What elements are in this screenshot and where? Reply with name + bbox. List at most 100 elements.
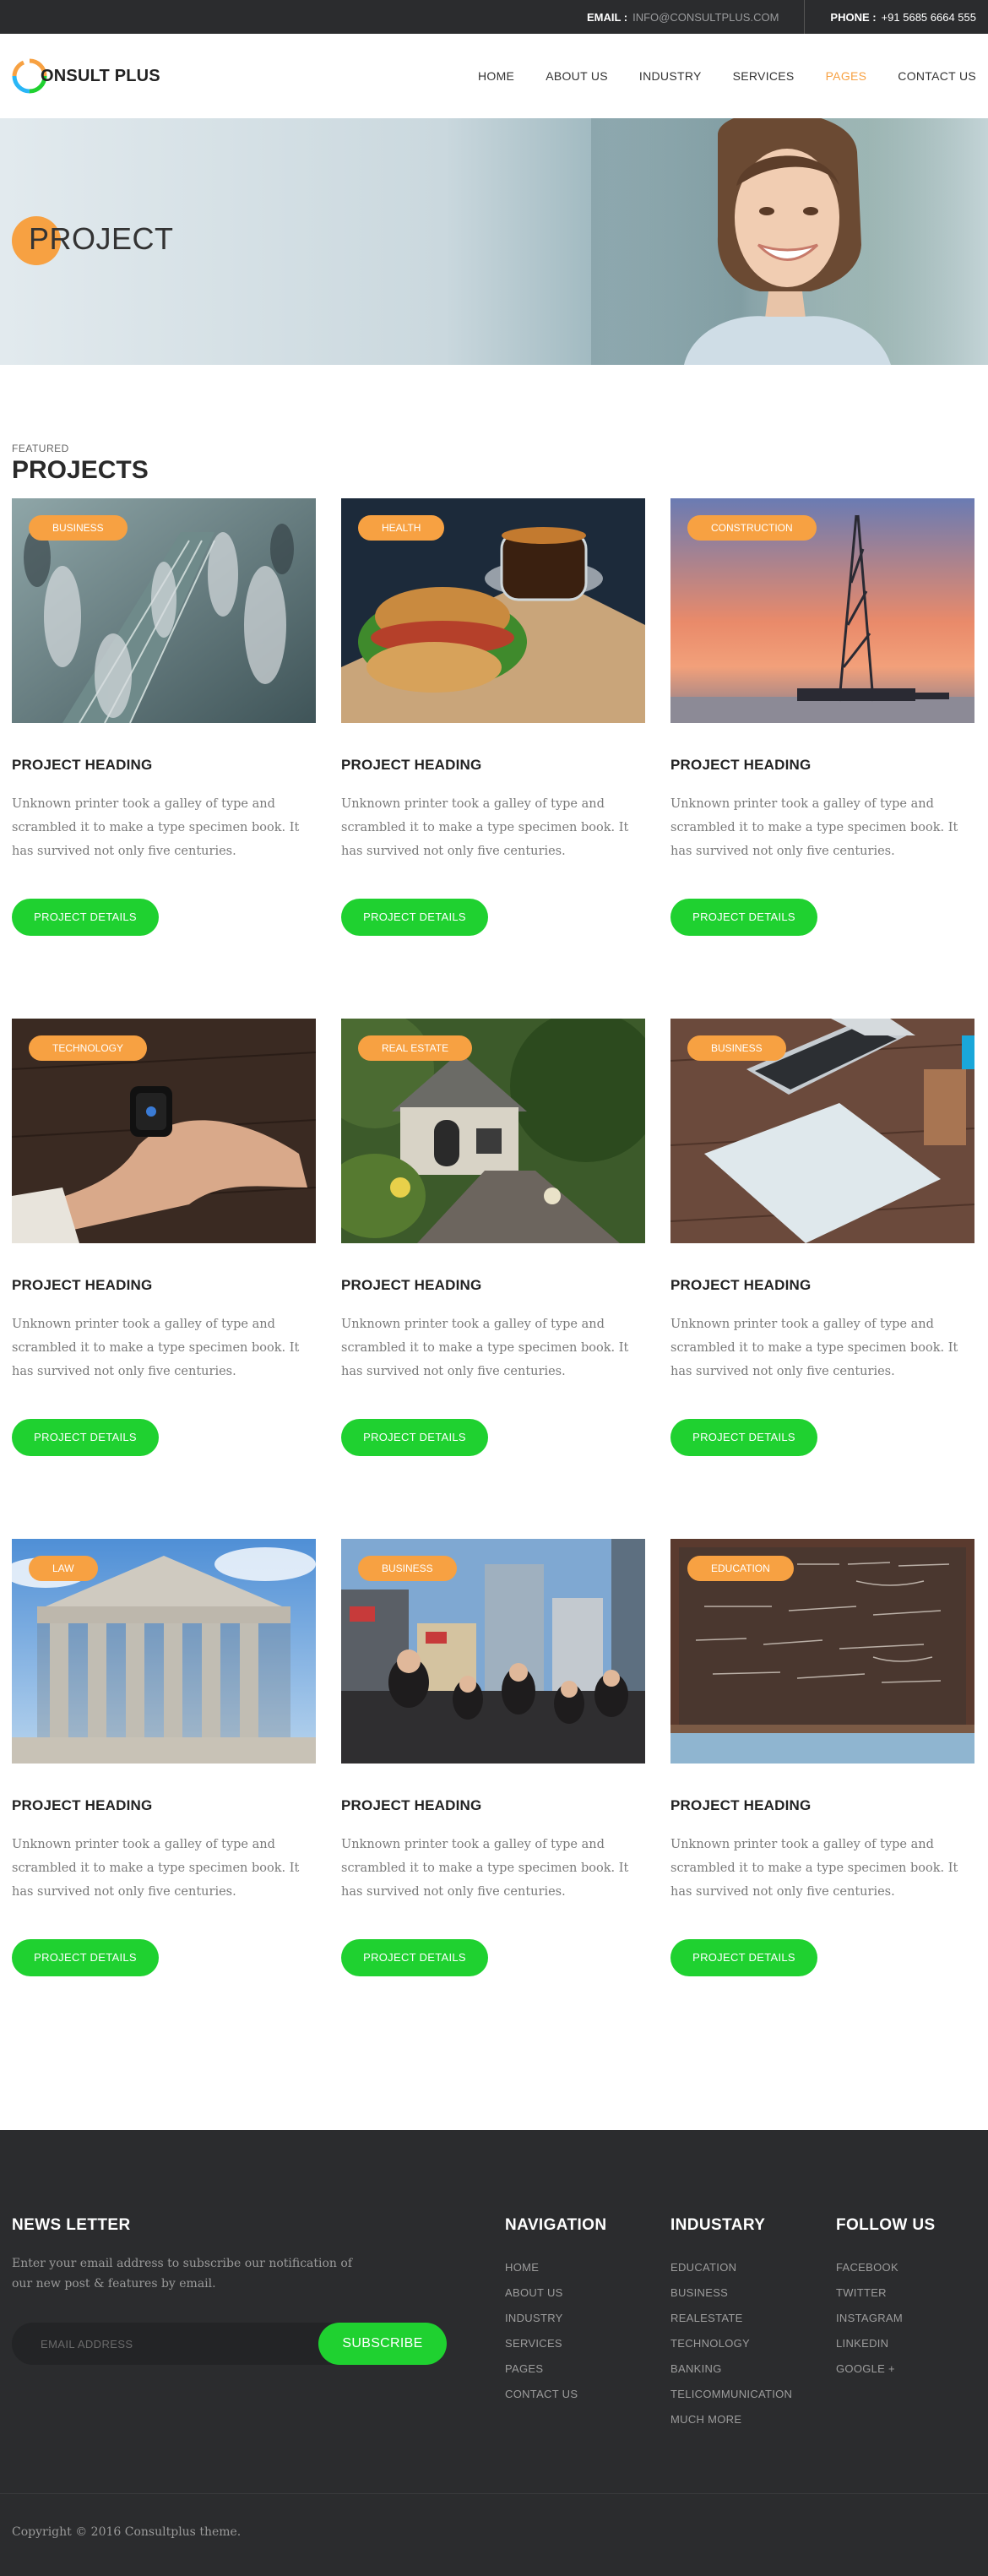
project-details-button[interactable]: PROJECT DETAILS <box>341 1939 488 1976</box>
phone-label: PHONE : <box>830 10 877 24</box>
project-image[interactable]: EDUCATION <box>670 1539 974 1764</box>
category-badge[interactable]: BUSINESS <box>29 515 128 541</box>
page-title: PROJECT <box>29 221 174 256</box>
site-footer: NEWS LETTER Enter your email address to … <box>0 2130 988 2576</box>
copyright-text: Copyright © 2016 Consultplus theme. <box>12 2525 242 2539</box>
nav-about-us[interactable]: ABOUT US <box>546 69 608 83</box>
phone-value[interactable]: +91 5685 6664 555 <box>882 11 976 24</box>
footer-industry-business[interactable]: BUSINESS <box>670 2280 792 2306</box>
projects-grid: BUSINESS PROJECT HEADING Unknown printer… <box>12 498 976 2059</box>
subscribe-form: SUBSCRIBE <box>12 2323 447 2365</box>
project-description: Unknown printer took a galley of type an… <box>341 1318 629 1378</box>
category-badge[interactable]: LAW <box>29 1556 98 1581</box>
project-image[interactable]: REAL ESTATE <box>341 1019 645 1243</box>
project-heading[interactable]: PROJECT HEADING <box>670 757 974 774</box>
project-details-button[interactable]: PROJECT DETAILS <box>670 1939 817 1976</box>
footer-nav-services[interactable]: SERVICES <box>505 2331 606 2356</box>
footer-nav-industry[interactable]: INDUSTRY <box>505 2306 606 2331</box>
project-details-button[interactable]: PROJECT DETAILS <box>670 899 817 936</box>
project-image[interactable]: BUSINESS <box>341 1539 645 1764</box>
nav-services[interactable]: SERVICES <box>733 69 795 83</box>
category-badge[interactable]: TECHNOLOGY <box>29 1035 148 1061</box>
project-card: BUSINESS PROJECT HEADING Unknown printer… <box>670 1019 974 1539</box>
logo[interactable]: ONSULT PLUS <box>12 58 160 94</box>
project-image[interactable]: CONSTRUCTION <box>670 498 974 723</box>
navigation-title: NAVIGATION <box>505 2216 607 2234</box>
project-description: Unknown printer took a galley of type an… <box>670 797 958 858</box>
project-description: Unknown printer took a galley of type an… <box>670 1838 958 1899</box>
top-bar: EMAIL : INFO@CONSULTPLUS.COM PHONE : +91… <box>0 0 988 34</box>
project-image[interactable]: HEALTH <box>341 498 645 723</box>
project-details-button[interactable]: PROJECT DETAILS <box>12 1419 159 1456</box>
project-description: Unknown printer took a galley of type an… <box>12 1318 300 1378</box>
nav-contact-us[interactable]: CONTACT US <box>898 69 976 83</box>
email-label: EMAIL : <box>586 10 628 24</box>
footer-follow-instagram[interactable]: INSTAGRAM <box>836 2306 936 2331</box>
project-card: BUSINESS PROJECT HEADING Unknown printer… <box>341 1539 645 2059</box>
footer-follow-linkedin[interactable]: LINKEDIN <box>836 2331 936 2356</box>
project-heading[interactable]: PROJECT HEADING <box>12 757 316 774</box>
email-value[interactable]: INFO@CONSULTPLUS.COM <box>632 11 779 24</box>
project-heading[interactable]: PROJECT HEADING <box>670 1277 974 1294</box>
footer-nav-home[interactable]: HOME <box>505 2255 606 2280</box>
project-card: REAL ESTATE PROJECT HEADING Unknown prin… <box>341 1019 645 1539</box>
logo-text: ONSULT PLUS <box>41 66 160 85</box>
nav-industry[interactable]: INDUSTRY <box>639 69 702 83</box>
section-subtitle: FEATURED <box>12 443 69 454</box>
project-description: Unknown printer took a galley of type an… <box>341 797 629 858</box>
email-address-input[interactable] <box>12 2323 324 2365</box>
footer-industry-banking[interactable]: BANKING <box>670 2356 792 2382</box>
category-badge[interactable]: BUSINESS <box>687 1035 786 1061</box>
footer-divider <box>0 2493 988 2494</box>
project-heading[interactable]: PROJECT HEADING <box>12 1277 316 1294</box>
project-image[interactable]: BUSINESS <box>12 498 316 723</box>
navigation-column: NAVIGATION HOME ABOUT US INDUSTRY SERVIC… <box>505 2216 606 2407</box>
subscribe-button[interactable]: SUBSCRIBE <box>318 2323 447 2365</box>
project-image[interactable]: BUSINESS <box>670 1019 974 1243</box>
topbar-email: EMAIL : INFO@CONSULTPLUS.COM <box>562 0 804 34</box>
project-card: BUSINESS PROJECT HEADING Unknown printer… <box>12 498 316 1019</box>
footer-industry-realestate[interactable]: REALESTATE <box>670 2306 792 2331</box>
industry-title: INDUSTARY <box>670 2216 766 2234</box>
project-details-button[interactable]: PROJECT DETAILS <box>12 899 159 936</box>
footer-follow-twitter[interactable]: TWITTER <box>836 2280 936 2306</box>
project-heading[interactable]: PROJECT HEADING <box>341 1797 645 1814</box>
category-badge[interactable]: BUSINESS <box>358 1556 457 1581</box>
project-card: CONSTRUCTION PROJECT HEADING Unknown pri… <box>670 498 974 1019</box>
category-badge[interactable]: EDUCATION <box>687 1556 794 1581</box>
project-image[interactable]: LAW <box>12 1539 316 1764</box>
project-heading[interactable]: PROJECT HEADING <box>341 1277 645 1294</box>
category-badge[interactable]: REAL ESTATE <box>358 1035 473 1061</box>
section-title: PROJECTS <box>12 456 149 484</box>
project-details-button[interactable]: PROJECT DETAILS <box>12 1939 159 1976</box>
project-details-button[interactable]: PROJECT DETAILS <box>341 899 488 936</box>
project-card: LAW PROJECT HEADING Unknown printer took… <box>12 1539 316 2059</box>
footer-industry-telicommunication[interactable]: TELICOMMUNICATION <box>670 2382 792 2407</box>
footer-nav-about-us[interactable]: ABOUT US <box>505 2280 606 2306</box>
category-badge[interactable]: CONSTRUCTION <box>687 515 817 541</box>
footer-industry-education[interactable]: EDUCATION <box>670 2255 792 2280</box>
project-details-button[interactable]: PROJECT DETAILS <box>341 1419 488 1456</box>
category-badge[interactable]: HEALTH <box>358 515 445 541</box>
nav-pages[interactable]: PAGES <box>826 69 867 83</box>
project-card: TECHNOLOGY PROJECT HEADING Unknown print… <box>12 1019 316 1539</box>
project-heading[interactable]: PROJECT HEADING <box>341 757 645 774</box>
project-details-button[interactable]: PROJECT DETAILS <box>670 1419 817 1456</box>
topbar-phone: PHONE : +91 5685 6664 555 <box>805 0 976 34</box>
footer-follow-facebook[interactable]: FACEBOOK <box>836 2255 936 2280</box>
footer-nav-contact-us[interactable]: CONTACT US <box>505 2382 606 2407</box>
project-image[interactable]: TECHNOLOGY <box>12 1019 316 1243</box>
project-heading[interactable]: PROJECT HEADING <box>12 1797 316 1814</box>
project-card: EDUCATION PROJECT HEADING Unknown printe… <box>670 1539 974 2059</box>
nav-home[interactable]: HOME <box>478 69 514 83</box>
project-description: Unknown printer took a galley of type an… <box>341 1838 629 1899</box>
site-header: ONSULT PLUS HOME ABOUT US INDUSTRY SERVI… <box>0 34 988 118</box>
project-description: Unknown printer took a galley of type an… <box>12 797 300 858</box>
industry-column: INDUSTARY EDUCATION BUSINESS REALESTATE … <box>670 2216 792 2432</box>
footer-industry-technology[interactable]: TECHNOLOGY <box>670 2331 792 2356</box>
project-heading[interactable]: PROJECT HEADING <box>670 1797 974 1814</box>
footer-follow-google-plus[interactable]: GOOGLE + <box>836 2356 936 2382</box>
footer-industry-much-more[interactable]: MUCH MORE <box>670 2407 792 2432</box>
footer-nav-pages[interactable]: PAGES <box>505 2356 606 2382</box>
project-description: Unknown printer took a galley of type an… <box>12 1838 300 1899</box>
